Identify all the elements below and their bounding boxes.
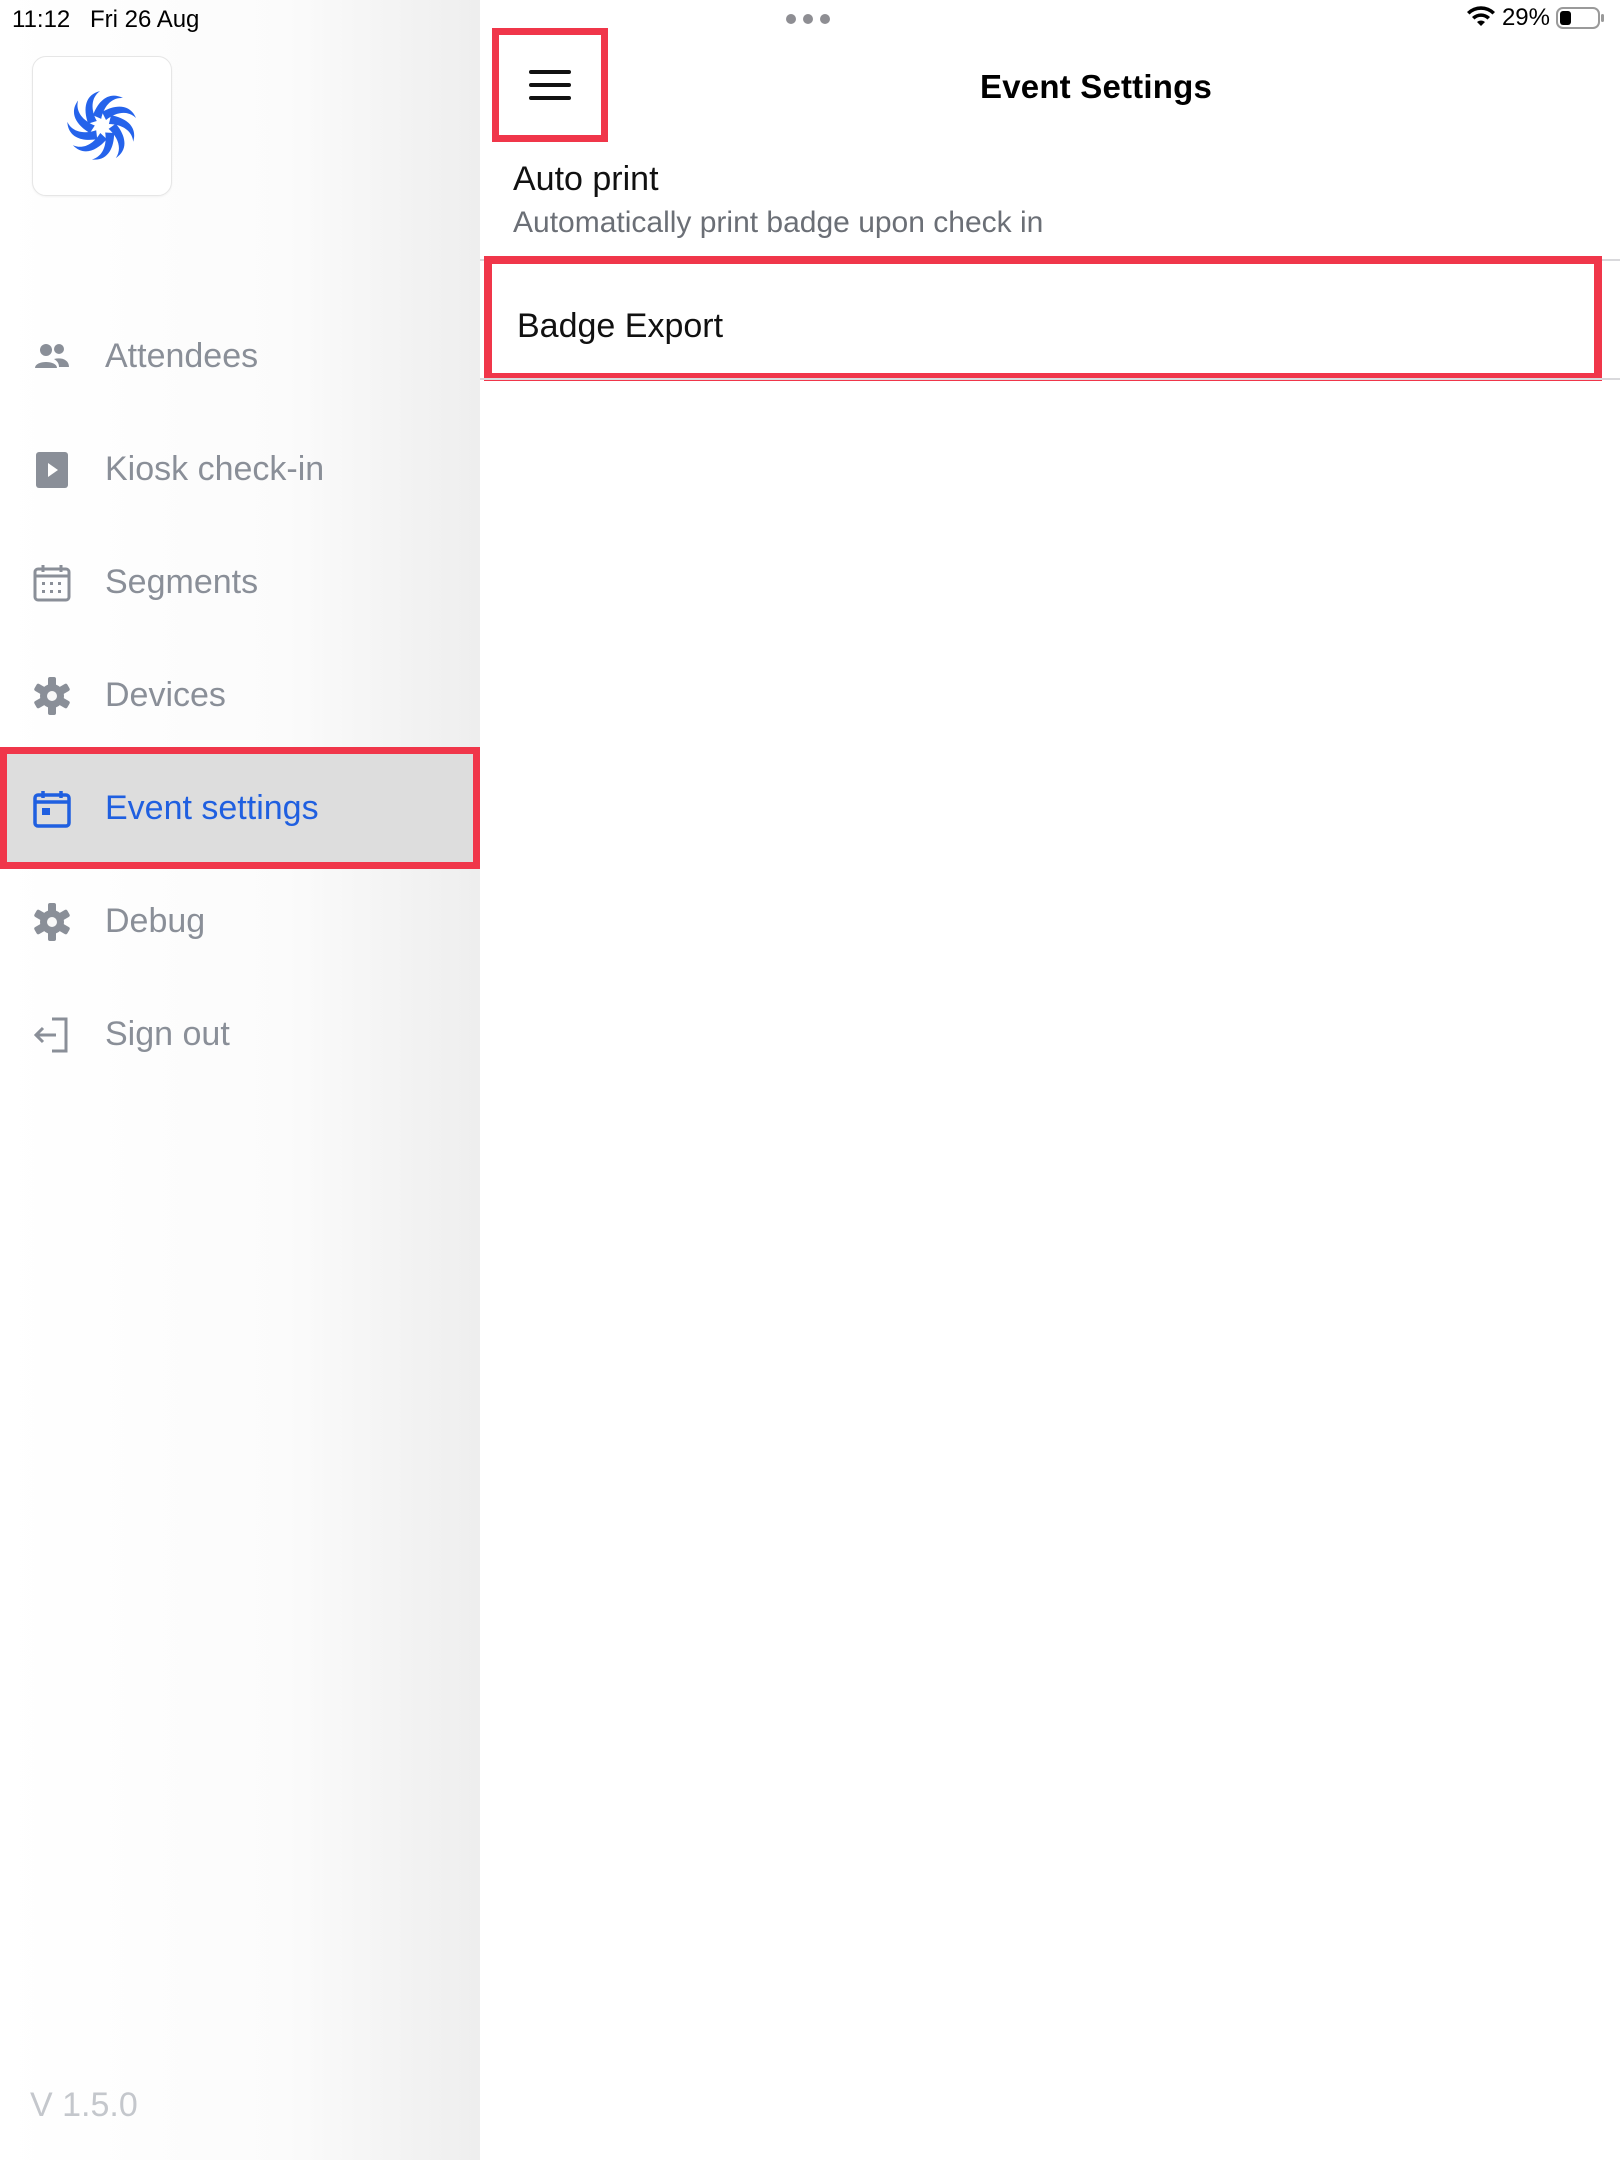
badge-export-label: Badge Export (517, 307, 724, 345)
sidebar-item-event-settings[interactable]: Event settings (0, 752, 480, 865)
multitasking-dots-icon[interactable] (786, 14, 830, 24)
sidebar-item-label: Devices (105, 676, 226, 714)
auto-print-title: Auto print (513, 160, 659, 198)
status-date: Fri 26 Aug (90, 6, 200, 33)
sidebar-item-segments[interactable]: Segments (0, 526, 480, 639)
sidebar-item-debug[interactable]: Debug (0, 865, 480, 978)
page-title: Event Settings (980, 68, 1213, 105)
sidebar-item-label: Attendees (105, 337, 259, 375)
sidebar-item-devices[interactable]: Devices (0, 639, 480, 752)
sidebar-nav: Attendees Kiosk check-in Segments Device… (0, 300, 480, 1091)
calendar-icon (33, 790, 71, 828)
battery-icon (1556, 7, 1604, 29)
gear-icon (34, 902, 70, 941)
gear-icon (34, 676, 70, 715)
app-logo (32, 56, 172, 196)
sidebar: Attendees Kiosk check-in Segments Device… (0, 0, 480, 2160)
menu-button[interactable] (492, 28, 608, 142)
play-square-icon (36, 451, 68, 488)
setting-badge-export[interactable]: Badge Export (484, 256, 1602, 381)
sidebar-item-label: Event settings (105, 789, 319, 827)
sidebar-item-attendees[interactable]: Attendees (0, 300, 480, 413)
wifi-icon (1466, 6, 1495, 26)
app-version: V 1.5.0 (30, 2086, 138, 2124)
sidebar-item-label: Kiosk check-in (105, 450, 325, 488)
sidebar-item-label: Segments (105, 563, 259, 601)
hamburger-menu-icon (529, 70, 571, 100)
status-time: 11:12 (12, 6, 71, 33)
calendar-grid-icon (33, 564, 71, 601)
divider (480, 378, 1620, 380)
sidebar-item-label: Sign out (105, 1015, 230, 1053)
main-content: Event Settings Auto print Automatically … (480, 0, 1620, 2160)
battery-percentage: 29% (1501, 4, 1550, 31)
status-bar: 11:12 Fri 26 Aug 29% (0, 0, 1620, 40)
status-indicators: 29% (1466, 4, 1606, 32)
sidebar-item-sign-out[interactable]: Sign out (0, 978, 480, 1091)
people-icon (35, 343, 69, 368)
sidebar-item-label: Debug (105, 902, 206, 940)
auto-print-subtitle: Automatically print badge upon check in (513, 206, 1044, 239)
sign-out-icon (33, 1017, 68, 1052)
logo-swirl-icon (67, 91, 136, 160)
sidebar-item-kiosk-check-in[interactable]: Kiosk check-in (0, 413, 480, 526)
